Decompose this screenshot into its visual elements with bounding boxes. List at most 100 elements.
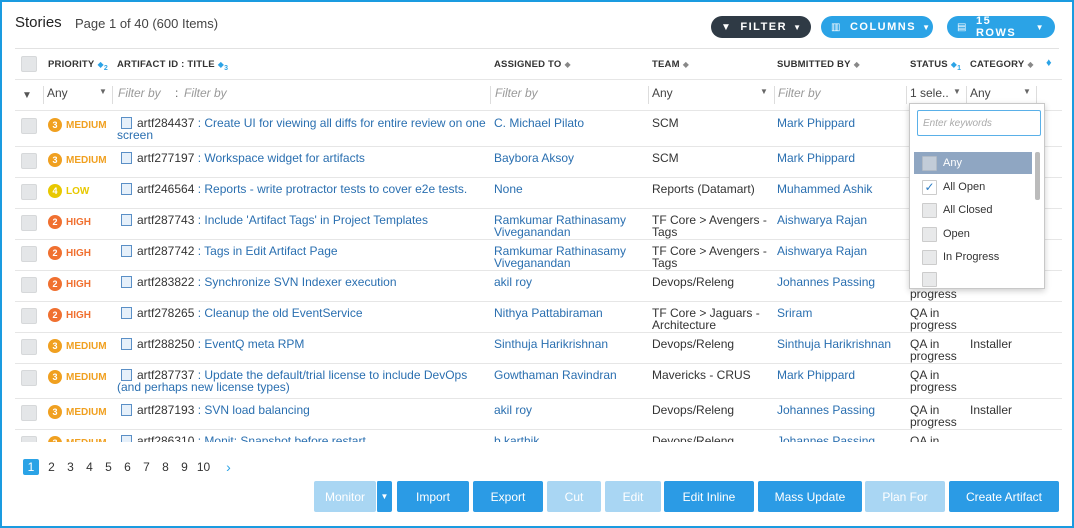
team-filter[interactable]: Any — [652, 87, 673, 99]
table-row[interactable]: 3 MEDIUM artf287737 : Update the default/t… — [15, 364, 1062, 399]
assigned-to[interactable]: Ramkumar Rathinasamy Viveganandan — [494, 245, 626, 269]
submitted-by[interactable]: Aishwarya Rajan — [777, 245, 867, 257]
submitted-by[interactable]: Mark Phippard — [777, 152, 855, 164]
row-checkbox[interactable] — [21, 184, 37, 200]
rows-button[interactable]: ▤ 15 ROWS ▼ — [947, 15, 1055, 39]
row-checkbox[interactable] — [21, 405, 37, 421]
artifact-title[interactable]: : Cleanup the old EventService — [194, 306, 363, 320]
table-row[interactable]: 3 MEDIUM artf287193 : SVN load balancing ak… — [15, 399, 1062, 430]
artifact-id[interactable]: artf287743 — [137, 213, 194, 227]
cut-button[interactable]: Cut — [547, 481, 601, 512]
assigned-to[interactable]: Ramkumar Rathinasamy Viveganandan — [494, 214, 626, 238]
status-option-open[interactable]: Open — [914, 223, 1032, 245]
assigned-to[interactable]: akil roy — [494, 404, 532, 416]
submitted-by[interactable]: Johannes Passing — [777, 404, 875, 416]
assigned-to[interactable]: None — [494, 183, 523, 195]
page-link[interactable]: 3 — [61, 460, 80, 474]
keyword-search-input[interactable]: Enter keywords — [917, 110, 1041, 136]
select-all-checkbox[interactable] — [21, 56, 37, 72]
col-category[interactable]: CATEGORY ◆ — [970, 59, 1034, 71]
export-button[interactable]: Export — [473, 481, 543, 512]
page-link[interactable]: 5 — [99, 460, 118, 474]
status-option-all-closed[interactable]: All Closed — [914, 199, 1032, 221]
status-option-in-progress[interactable]: In Progress — [914, 246, 1032, 268]
assigned-to[interactable]: Baybora Aksoy — [494, 152, 574, 164]
table-row[interactable]: 2 HIGH artf287742 : Tags in Edit Artifact … — [15, 240, 1062, 271]
artifact-id[interactable]: artf246564 — [137, 182, 194, 196]
col-assigned[interactable]: ASSIGNED TO ◆ — [494, 59, 571, 71]
page-link[interactable]: 2 — [42, 460, 61, 474]
page-link[interactable]: 10 — [194, 460, 213, 474]
assigned-to[interactable]: C. Michael Pilato — [494, 117, 584, 129]
monitor-button[interactable]: Monitor — [314, 481, 376, 512]
artifact-title[interactable]: : Tags in Edit Artifact Page — [194, 244, 338, 258]
bell-icon[interactable]: ♦ — [1046, 57, 1052, 69]
artifact-title-wrap[interactable]: (and perhaps new license types) — [117, 380, 290, 394]
submitted-by[interactable]: Johannes Passing — [777, 435, 875, 442]
plan-for-button[interactable]: Plan For — [865, 481, 945, 512]
status-option-all-open[interactable]: ✓ All Open — [914, 176, 1032, 198]
assigned-to[interactable]: Gowthaman Ravindran — [494, 369, 617, 381]
row-checkbox[interactable] — [21, 277, 37, 293]
col-status[interactable]: STATUS ◆1 — [910, 59, 961, 75]
assigned-to[interactable]: b.karthik — [494, 435, 539, 442]
page-link[interactable]: 6 — [118, 460, 137, 474]
artifact-title[interactable]: : Synchronize SVN Indexer execution — [194, 275, 397, 289]
import-button[interactable]: Import — [397, 481, 469, 512]
priority-filter[interactable]: Any — [47, 87, 68, 99]
submitted-filter[interactable]: Filter by — [778, 87, 821, 99]
artifact-title-wrap[interactable]: screen — [117, 128, 153, 142]
submitted-by[interactable]: Sinthuja Harikrishnan — [777, 338, 891, 350]
dropdown-scrollbar[interactable] — [1035, 152, 1040, 200]
col-artifact[interactable]: ARTIFACT ID : TITLE ◆3 — [117, 59, 228, 75]
assigned-to[interactable]: Sinthuja Harikrishnan — [494, 338, 608, 350]
edit-button[interactable]: Edit — [605, 481, 661, 512]
artifact-id-filter[interactable]: Filter by — [118, 87, 161, 99]
monitor-dropdown-button[interactable]: ▼ — [376, 481, 392, 512]
artifact-title[interactable]: : Create UI for viewing all diffs for en… — [194, 116, 486, 130]
artifact-title[interactable]: : EventQ meta RPM — [194, 337, 305, 351]
artifact-title[interactable]: : Include 'Artifact Tags' in Project Tem… — [194, 213, 428, 227]
create-artifact-button[interactable]: Create Artifact — [949, 481, 1059, 512]
table-row[interactable]: 3 MEDIUM artf277197 : Workspace widget for… — [15, 147, 1062, 178]
submitted-by[interactable]: Aishwarya Rajan — [777, 214, 867, 226]
assigned-to[interactable]: Nithya Pattabiraman — [494, 307, 603, 319]
row-checkbox[interactable] — [21, 339, 37, 355]
artifact-id[interactable]: artf278265 — [137, 306, 194, 320]
submitted-by[interactable]: Mark Phippard — [777, 369, 855, 381]
page-link[interactable]: 8 — [156, 460, 175, 474]
row-checkbox[interactable] — [21, 436, 37, 442]
row-checkbox[interactable] — [21, 370, 37, 386]
artifact-id[interactable]: artf286310 — [137, 434, 194, 442]
row-checkbox[interactable] — [21, 153, 37, 169]
artifact-id[interactable]: artf283822 — [137, 275, 194, 289]
artifact-id[interactable]: artf287193 — [137, 403, 194, 417]
status-option-any[interactable]: Any — [914, 152, 1032, 174]
artifact-id[interactable]: artf277197 — [137, 151, 194, 165]
page-link[interactable]: 9 — [175, 460, 194, 474]
table-row[interactable]: 2 HIGH artf283822 : Synchronize SVN Indexe… — [15, 271, 1062, 302]
row-checkbox[interactable] — [21, 118, 37, 134]
submitted-by[interactable]: Sriram — [777, 307, 812, 319]
col-submitted[interactable]: SUBMITTED BY ◆ — [777, 59, 860, 71]
category-filter[interactable]: Any — [970, 87, 991, 99]
assigned-filter[interactable]: Filter by — [495, 87, 538, 99]
table-row[interactable]: 3 MEDIUM artf284437 : Create UI for viewin… — [15, 112, 1062, 147]
artifact-title[interactable]: : Monit: Snapshot before restart — [194, 434, 366, 442]
table-row[interactable]: 2 HIGH artf278265 : Cleanup the old EventS… — [15, 302, 1062, 333]
table-row[interactable]: 3 MEDIUM artf288250 : EventQ meta RPM Sinth… — [15, 333, 1062, 364]
artifact-title[interactable]: : SVN load balancing — [194, 403, 310, 417]
page-link[interactable]: 4 — [80, 460, 99, 474]
page-link[interactable]: 7 — [137, 460, 156, 474]
filter-button[interactable]: ▼ FILTER ▼ — [711, 16, 811, 38]
table-row[interactable]: 3 MEDIUM artf286310 : Monit: Snapshot befo… — [15, 430, 1062, 442]
row-checkbox[interactable] — [21, 308, 37, 324]
table-row[interactable]: 4 LOW artf246564 : Reports - write protrac… — [15, 178, 1062, 209]
title-filter[interactable]: Filter by — [184, 87, 227, 99]
submitted-by[interactable]: Johannes Passing — [777, 276, 875, 288]
edit-inline-button[interactable]: Edit Inline — [664, 481, 754, 512]
artifact-title[interactable]: : Workspace widget for artifacts — [194, 151, 365, 165]
artifact-id[interactable]: artf288250 — [137, 337, 194, 351]
artifact-title[interactable]: : Reports - write protractor tests to co… — [194, 182, 467, 196]
row-checkbox[interactable] — [21, 215, 37, 231]
